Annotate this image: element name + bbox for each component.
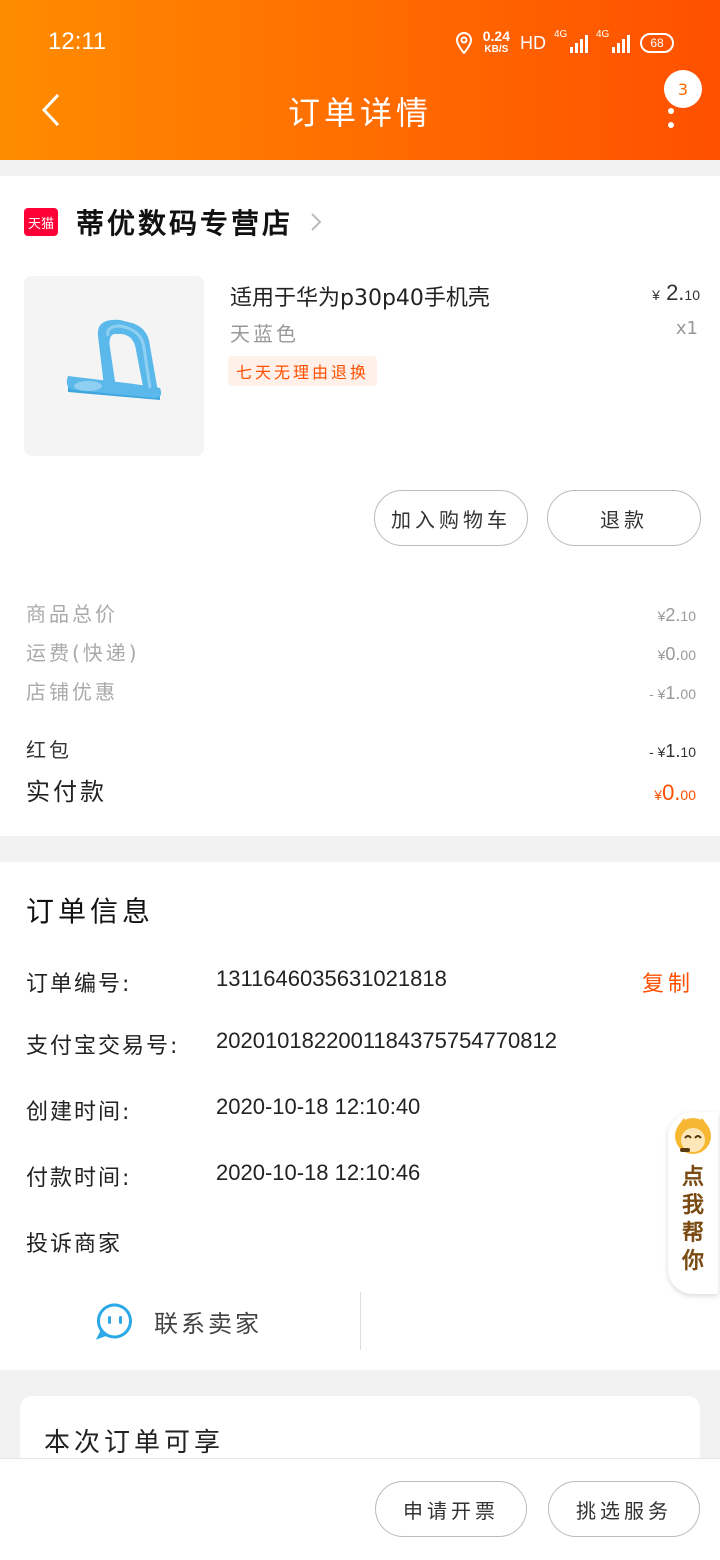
tmall-logo-icon: 天猫 [24,208,58,236]
product-name[interactable]: 适用于华为p30p40手机壳 [230,280,490,312]
complain-seller-link[interactable]: 投诉商家 [26,1226,122,1258]
product-image[interactable] [24,276,204,456]
choose-service-button[interactable]: 挑选服务 [548,1481,700,1537]
network-speed: 0.24 KB/S [482,28,510,55]
summary-row-paid-amount: 实付款 ¥0.00 [26,778,696,806]
store-name: 蒂优数码专营店 [76,207,294,240]
refund-button[interactable]: 退款 [547,490,701,546]
product-quantity: x1 [675,318,698,339]
status-icons: 0.24 KB/S HD 4G 4G 68 [455,28,674,56]
order-number-label: 订单编号: [26,972,132,997]
mascot-icon [675,1118,711,1154]
alipay-trade-label: 支付宝交易号: [26,1034,180,1059]
order-info-card: 订单信息 订单编号: 1311646035631021818 复制 支付宝交易号… [0,862,720,1370]
signal-icon-1: 4G [554,29,588,53]
signal-icon-2: 4G [596,29,630,53]
return-policy-badge: 七天无理由退换 [228,356,378,386]
store-link[interactable]: 天猫 蒂优数码专营店 [24,202,323,242]
hd-indicator: HD [520,32,546,53]
request-invoice-button[interactable]: 申请开票 [375,1481,527,1537]
order-items-card: 天猫 蒂优数码专营店 适用于华为p30p40手机壳 ¥ 2.10 天蓝色 x1 … [0,176,720,836]
status-time: 12:11 [48,28,107,55]
summary-row-store-discount: 店铺优惠 - ¥1.00 [26,680,696,704]
divider [360,1292,361,1350]
page-title: 订单详情 [287,94,432,132]
chat-bubble-icon [96,1303,132,1340]
status-bar: 12:11 0.24 KB/S HD 4G 4G 68 [0,28,720,60]
bottom-action-bar: 申请开票 挑选服务 [0,1458,720,1560]
alipay-trade-value: 2020101822001184375754770812 [216,1028,557,1053]
battery-icon: 68 [640,33,674,53]
summary-row-shipping: 运费(快递) ¥0.00 [26,641,696,665]
assistant-label: 点我帮你 [681,1165,704,1274]
order-info-title: 订单信息 [26,895,155,928]
copy-button[interactable]: 复制 [642,966,694,998]
paid-time-value: 2020-10-18 12:10:46 [216,1160,421,1185]
notification-badge[interactable]: 3 [664,70,702,108]
nav-bar: 订单详情 [0,78,720,142]
chevron-right-icon [311,213,322,231]
location-icon [455,32,472,54]
order-number-value: 1311646035631021818 [216,966,447,991]
product-variant: 天蓝色 [230,322,299,346]
summary-row-item-total: 商品总价 ¥2.10 [26,602,696,626]
contact-seller-label: 联系卖家 [154,1309,262,1338]
assistant-float-button[interactable]: 点我帮你 [668,1112,718,1294]
contact-seller-button[interactable]: 联系卖家 [96,1302,262,1340]
add-to-cart-button[interactable]: 加入购物车 [374,490,528,546]
product-price: ¥ 2.10 [652,280,700,305]
phone-stand-image [66,319,162,400]
summary-row-red-packet: 红包 - ¥1.10 [26,738,696,762]
benefits-title: 本次订单可享 [44,1428,225,1458]
created-time-value: 2020-10-18 12:10:40 [216,1094,421,1119]
paid-time-label: 付款时间: [26,1166,132,1191]
header-bar: 12:11 0.24 KB/S HD 4G 4G 68 订单详情 3 [0,0,720,160]
created-time-label: 创建时间: [26,1100,132,1125]
